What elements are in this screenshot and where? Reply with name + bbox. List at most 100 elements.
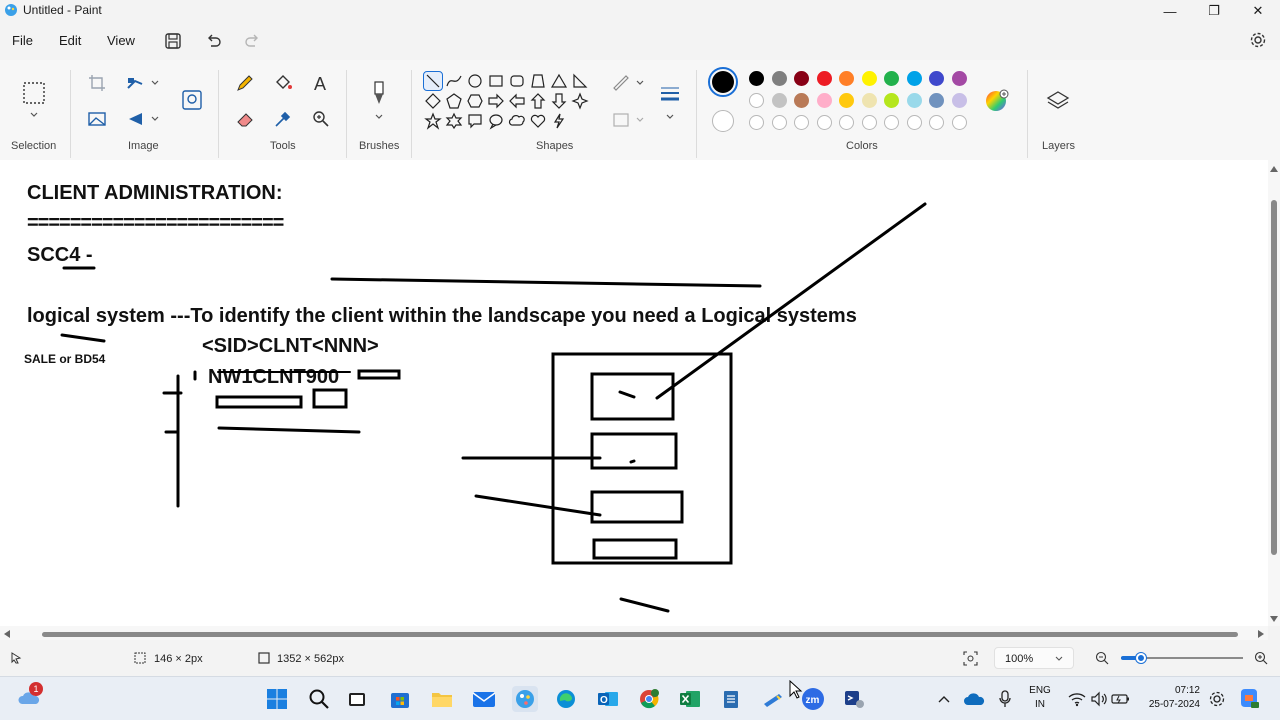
- tray-settings[interactable]: [1204, 686, 1230, 712]
- menu-edit[interactable]: Edit: [59, 33, 81, 48]
- oval-callout-shape-icon[interactable]: [487, 112, 505, 130]
- custom-color-slot[interactable]: [951, 115, 967, 130]
- custom-color-slot[interactable]: [839, 115, 854, 130]
- text-icon[interactable]: A: [310, 72, 332, 94]
- six-point-star-shape-icon[interactable]: [445, 112, 463, 130]
- color-swatch[interactable]: [839, 71, 854, 86]
- zoom-in-icon[interactable]: [1254, 651, 1268, 665]
- size-icon[interactable]: [658, 82, 682, 106]
- undo-icon[interactable]: [205, 32, 223, 50]
- down-arrow-shape-icon[interactable]: [550, 92, 568, 110]
- taskbar-notepad[interactable]: [718, 686, 744, 712]
- scroll-down-icon[interactable]: [1270, 616, 1278, 622]
- resize-icon[interactable]: [124, 72, 146, 94]
- custom-color-slot[interactable]: [749, 115, 764, 130]
- rectangular-callout-shape-icon[interactable]: [466, 112, 484, 130]
- color-swatch[interactable]: [749, 93, 764, 108]
- custom-color-slot[interactable]: [929, 115, 944, 130]
- rounded-rectangle-shape-icon[interactable]: [508, 72, 526, 90]
- taskbar-paint-active[interactable]: [512, 686, 538, 712]
- taskbar-copilot[interactable]: [1236, 686, 1262, 712]
- custom-color-slot[interactable]: [771, 115, 787, 130]
- color-swatch[interactable]: [816, 71, 832, 86]
- start-button[interactable]: [264, 686, 290, 712]
- up-arrow-shape-icon[interactable]: [529, 92, 547, 110]
- lightning-shape-icon[interactable]: [550, 112, 568, 130]
- scroll-right-icon[interactable]: [1258, 630, 1264, 638]
- fill-bucket-icon[interactable]: [272, 72, 294, 94]
- chevron-down-icon[interactable]: [150, 78, 160, 88]
- color-swatch[interactable]: [884, 71, 899, 86]
- color-swatch[interactable]: [839, 93, 854, 108]
- color-swatch[interactable]: [906, 71, 922, 86]
- taskbar-search[interactable]: [306, 686, 332, 712]
- outline-icon[interactable]: [610, 72, 632, 94]
- color-swatch[interactable]: [951, 71, 967, 86]
- four-point-star-shape-icon[interactable]: [571, 92, 589, 110]
- chevron-down-icon[interactable]: [150, 114, 160, 124]
- remove-background-icon[interactable]: [180, 88, 204, 112]
- keyboard-layout-indicator[interactable]: IN: [1026, 699, 1054, 710]
- color-swatch[interactable]: [929, 93, 944, 108]
- vertical-scroll-thumb[interactable]: [1271, 200, 1277, 555]
- layers-icon[interactable]: [1045, 88, 1071, 114]
- fit-to-window-icon[interactable]: [963, 651, 978, 666]
- fill-icon[interactable]: [610, 109, 632, 131]
- pentagon-shape-icon[interactable]: [445, 92, 463, 110]
- taskbar-app-store[interactable]: [387, 686, 413, 712]
- cloud-callout-shape-icon[interactable]: [508, 112, 526, 130]
- drawing-canvas[interactable]: CLIENT ADMINISTRATION: =================…: [0, 160, 1268, 626]
- right-triangle-shape-icon[interactable]: [571, 72, 589, 90]
- taskbar-excel[interactable]: [677, 686, 703, 712]
- chevron-down-icon[interactable]: [635, 115, 645, 125]
- taskbar-file-explorer[interactable]: [429, 686, 455, 712]
- polygon-shape-icon[interactable]: [529, 72, 547, 90]
- color-swatch[interactable]: [861, 71, 877, 86]
- close-button[interactable]: ✕: [1236, 0, 1280, 22]
- edit-colors-icon[interactable]: [984, 88, 1010, 114]
- five-point-star-shape-icon[interactable]: [424, 112, 442, 130]
- rotate-icon[interactable]: [124, 108, 146, 130]
- taskbar-chrome[interactable]: [636, 686, 662, 712]
- language-indicator[interactable]: ENG: [1026, 685, 1054, 696]
- menu-view[interactable]: View: [107, 33, 135, 48]
- chevron-down-icon[interactable]: [29, 110, 39, 120]
- left-arrow-shape-icon[interactable]: [508, 92, 526, 110]
- taskbar-outlook[interactable]: O: [595, 686, 621, 712]
- chevron-down-icon[interactable]: [635, 78, 645, 88]
- color-swatch[interactable]: [951, 93, 967, 108]
- color-swatch[interactable]: [816, 93, 832, 108]
- custom-color-slot[interactable]: [884, 115, 899, 130]
- taskbar-remote-app[interactable]: [841, 686, 867, 712]
- heart-shape-icon[interactable]: [529, 112, 547, 130]
- diamond-shape-icon[interactable]: [424, 92, 442, 110]
- color-swatch[interactable]: [794, 93, 809, 108]
- secondary-color-swatch[interactable]: [712, 110, 734, 132]
- chevron-down-icon[interactable]: [374, 112, 384, 122]
- custom-color-slot[interactable]: [906, 115, 922, 130]
- zoom-out-icon[interactable]: [1095, 651, 1109, 665]
- color-picker-icon[interactable]: [272, 108, 294, 130]
- zoom-dropdown[interactable]: 100%: [994, 647, 1074, 669]
- taskbar-edge[interactable]: [553, 686, 579, 712]
- curve-shape-icon[interactable]: [445, 72, 463, 90]
- brush-icon[interactable]: [367, 80, 391, 108]
- taskbar-mail[interactable]: [471, 686, 497, 712]
- right-arrow-shape-icon[interactable]: [487, 92, 505, 110]
- horizontal-scrollbar[interactable]: [0, 626, 1268, 640]
- show-hidden-icons-button[interactable]: [931, 686, 957, 712]
- chevron-down-icon[interactable]: [665, 112, 675, 122]
- menu-file[interactable]: File: [12, 33, 33, 48]
- primary-color-swatch[interactable]: [708, 67, 738, 97]
- zoom-slider-thumb[interactable]: [1136, 653, 1146, 663]
- tray-microphone[interactable]: [992, 686, 1018, 712]
- magnifier-icon[interactable]: [310, 108, 332, 130]
- color-swatch[interactable]: [861, 93, 877, 108]
- clock-date[interactable]: 25-07-2024: [1140, 699, 1200, 710]
- color-swatch[interactable]: [771, 93, 787, 108]
- color-swatch[interactable]: [906, 93, 922, 108]
- rectangle-shape-icon[interactable]: [487, 72, 505, 90]
- weather-widget[interactable]: 1: [16, 682, 43, 712]
- custom-color-slot[interactable]: [861, 115, 877, 130]
- custom-color-slot[interactable]: [794, 115, 809, 130]
